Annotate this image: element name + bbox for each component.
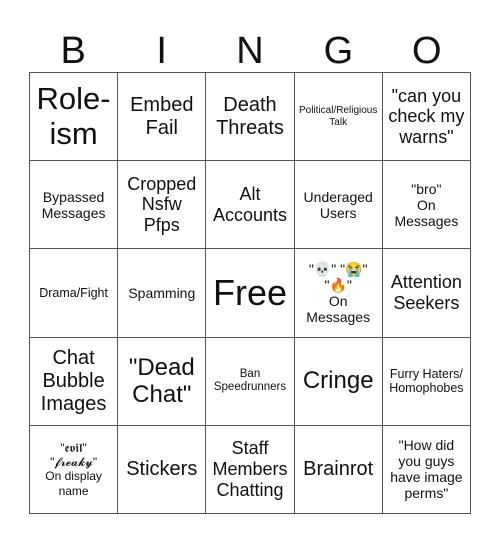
- bingo-cell[interactable]: "𝖊𝖛𝖎𝖑" "𝓯𝓻𝓮𝓪𝓴𝔂" On display name: [30, 425, 119, 514]
- bingo-cell[interactable]: "can you check my warns": [382, 73, 471, 162]
- bingo-cell[interactable]: Chat Bubble Images: [30, 337, 119, 426]
- header-letter-g: G: [323, 30, 354, 72]
- bingo-cell[interactable]: "Dead Chat": [118, 337, 207, 426]
- bingo-cell[interactable]: Ban Speedrunners: [206, 337, 295, 426]
- bingo-cell[interactable]: Alt Accounts: [206, 161, 295, 250]
- bingo-cell[interactable]: Bypassed Messages: [30, 161, 119, 250]
- bingo-cell[interactable]: Spamming: [118, 249, 207, 338]
- bingo-cell[interactable]: Attention Seekers: [382, 249, 471, 338]
- bingo-cell[interactable]: Underaged Users: [294, 161, 383, 250]
- bingo-cell[interactable]: Staff Members Chatting: [206, 425, 295, 514]
- bingo-cell[interactable]: Stickers: [118, 425, 207, 514]
- bingo-cell[interactable]: "bro" On Messages: [382, 161, 471, 250]
- bingo-cell[interactable]: Furry Haters/ Homophobes: [382, 337, 471, 426]
- bingo-cell[interactable]: "💀" "😭" "🔥" On Messages: [294, 249, 383, 338]
- bingo-cell[interactable]: Embed Fail: [118, 73, 207, 162]
- bingo-cell[interactable]: Role- ism: [30, 73, 119, 162]
- bingo-cell[interactable]: Cringe: [294, 337, 383, 426]
- bingo-cell[interactable]: Cropped Nsfw Pfps: [118, 161, 207, 250]
- bingo-cell[interactable]: Drama/Fight: [30, 249, 119, 338]
- bingo-cell[interactable]: Death Threats: [206, 73, 295, 162]
- header-letter-b: B: [60, 30, 86, 72]
- header-letter-n: N: [236, 30, 264, 72]
- bingo-grid: Role- ism Embed Fail Death Threats Polit…: [29, 72, 471, 514]
- header-letter-o: O: [412, 30, 442, 72]
- header-letter-i: I: [156, 30, 167, 72]
- bingo-cell[interactable]: "How did you guys have image perms": [382, 425, 471, 514]
- free-space-cell[interactable]: Free: [206, 249, 295, 338]
- bingo-header: B I N G O: [29, 30, 471, 72]
- bingo-cell[interactable]: Brainrot: [294, 425, 383, 514]
- bingo-cell[interactable]: Political/Religious Talk: [294, 73, 383, 162]
